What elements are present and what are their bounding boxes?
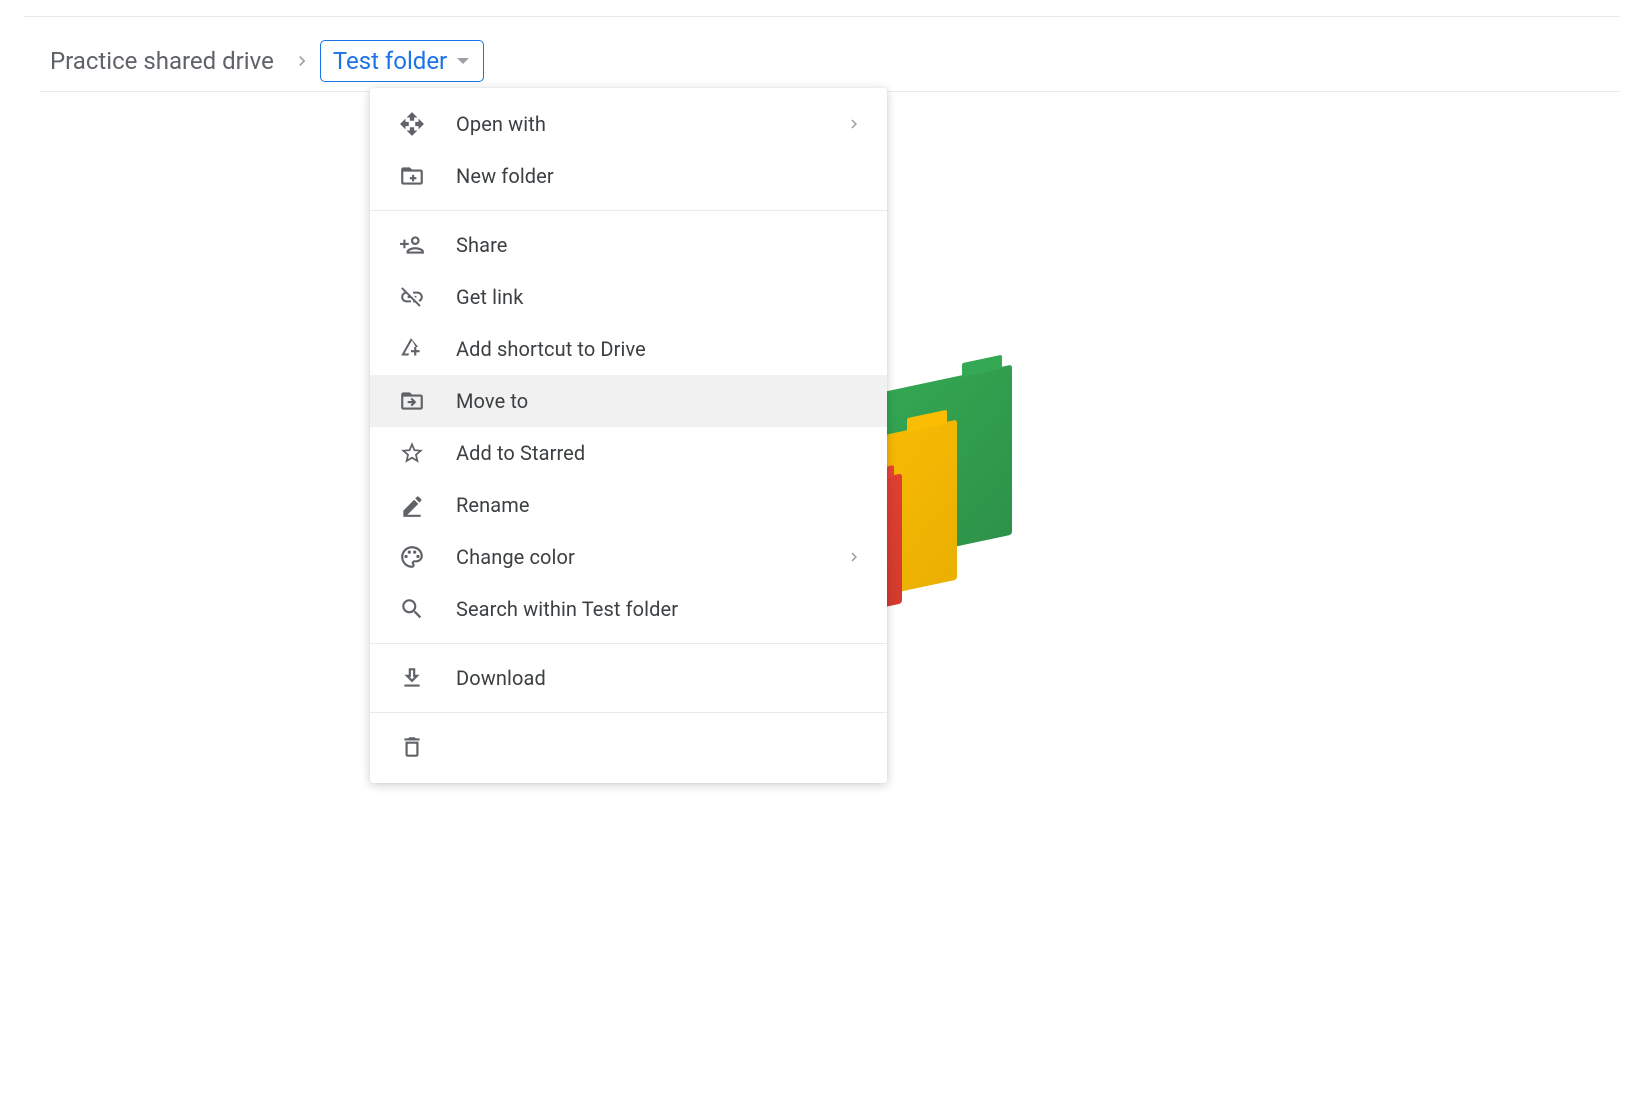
menu-label: Add to Starred	[456, 441, 585, 465]
open-with-icon	[398, 110, 426, 138]
menu-label: Search within Test folder	[456, 597, 678, 621]
menu-divider	[370, 643, 887, 644]
move-to-icon	[398, 387, 426, 415]
new-folder-icon	[398, 162, 426, 190]
menu-divider	[370, 210, 887, 211]
share-icon	[398, 231, 426, 259]
chevron-right-icon	[292, 51, 312, 71]
get-link-icon	[398, 283, 426, 311]
chevron-right-icon	[845, 548, 863, 566]
breadcrumb-current-dropdown[interactable]: Test folder	[320, 40, 484, 82]
menu-rename[interactable]: Rename	[370, 479, 887, 531]
palette-icon	[398, 543, 426, 571]
menu-get-link[interactable]: Get link	[370, 271, 887, 323]
menu-label: Share	[456, 233, 507, 257]
menu-label: Get link	[456, 285, 523, 309]
menu-download[interactable]: Download	[370, 652, 887, 704]
menu-label: New folder	[456, 164, 554, 188]
download-icon	[398, 664, 426, 692]
breadcrumb-current-label: Test folder	[333, 47, 447, 75]
search-icon	[398, 595, 426, 623]
star-icon	[398, 439, 426, 467]
context-menu: Open with New folder Share Get link Add …	[370, 88, 887, 783]
menu-label: Download	[456, 666, 546, 690]
menu-new-folder[interactable]: New folder	[370, 150, 887, 202]
menu-label: Open with	[456, 112, 546, 136]
trash-icon	[398, 733, 426, 761]
menu-search-within[interactable]: Search within Test folder	[370, 583, 887, 635]
menu-divider	[370, 712, 887, 713]
menu-move-trash[interactable]	[370, 721, 887, 773]
top-divider	[24, 16, 1620, 17]
rename-icon	[398, 491, 426, 519]
menu-move-to[interactable]: Move to	[370, 375, 887, 427]
breadcrumb-parent[interactable]: Practice shared drive	[40, 41, 284, 81]
menu-label: Rename	[456, 493, 530, 517]
menu-label: Change color	[456, 545, 575, 569]
menu-add-shortcut[interactable]: Add shortcut to Drive	[370, 323, 887, 375]
menu-share[interactable]: Share	[370, 219, 887, 271]
caret-down-icon	[457, 58, 469, 64]
menu-add-starred[interactable]: Add to Starred	[370, 427, 887, 479]
add-shortcut-icon	[398, 335, 426, 363]
breadcrumb: Practice shared drive Test folder	[40, 30, 1620, 92]
menu-label: Move to	[456, 389, 528, 413]
menu-change-color[interactable]: Change color	[370, 531, 887, 583]
menu-open-with[interactable]: Open with	[370, 98, 887, 150]
menu-label: Add shortcut to Drive	[456, 337, 646, 361]
chevron-right-icon	[845, 115, 863, 133]
